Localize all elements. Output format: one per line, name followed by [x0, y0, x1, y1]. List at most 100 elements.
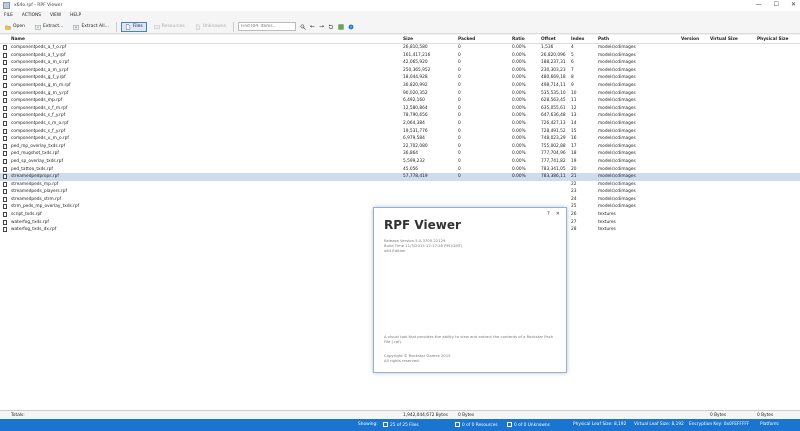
extract-icon: [35, 24, 41, 30]
table-row[interactable]: ped_mugshot_txds.rpf 36,864 0 0.00% 777,704,…: [0, 150, 800, 158]
open-label: Open: [13, 24, 26, 29]
table-row[interactable]: ped_sp_overlay_txds.rpf 5,599,232 0 0.00% 77…: [0, 158, 800, 166]
unknown-icon: [507, 422, 512, 427]
cell-packed: 0: [458, 82, 461, 88]
file-icon: [3, 166, 7, 172]
cell-offset: 26,820,096: [541, 52, 566, 58]
minimize-button[interactable]: —: [756, 1, 762, 8]
column-path[interactable]: Path: [598, 37, 609, 42]
back-arrow-icon[interactable]: ←: [310, 23, 315, 30]
refresh-icon[interactable]: [328, 24, 334, 30]
cell-index: 5: [571, 52, 574, 58]
table-row[interactable]: componentpeds_mp.rpf 6,492,160 0 0.00% 628,5…: [0, 97, 800, 105]
tools-icon[interactable]: [338, 23, 344, 30]
table-row[interactable]: streamedpeds_strm.rpf 24 models\cdimages: [0, 196, 800, 204]
file-icon: [3, 212, 7, 218]
column-packed[interactable]: Packed: [458, 37, 475, 42]
cell-index: 13: [571, 113, 577, 119]
column-size[interactable]: Size: [403, 37, 413, 42]
cell-ratio: 0.00%: [512, 52, 526, 58]
cell-offset: 188,237,31: [541, 60, 566, 66]
table-row[interactable]: streamedpedprops.rpf 57,778,419 0 0.00% 783,…: [0, 173, 800, 181]
file-icon: [3, 98, 7, 104]
table-row[interactable]: streamedpeds_mp.rpf 22 models\cdimages: [0, 181, 800, 189]
table-row[interactable]: componentpeds_g_m_m.rpf 36,820,992 0 0.00% 4…: [0, 82, 800, 90]
cell-offset: 728,491,52: [541, 128, 566, 134]
help-icon[interactable]: ?: [348, 24, 354, 30]
column-virtual-size[interactable]: Virtual Size: [710, 37, 738, 42]
cell-name: componentpeds_a_f_y.rpf: [11, 52, 66, 58]
cell-path: models\cdimages: [598, 113, 636, 119]
menu-actions[interactable]: ACTIONS: [22, 13, 41, 18]
file-icon: [3, 52, 7, 58]
menu-view[interactable]: VIEW: [50, 13, 61, 18]
dialog-help-button[interactable]: ?: [547, 211, 550, 217]
table-row[interactable]: componentpeds_a_f_y.rpf 161,417,216 0 0.00%…: [0, 52, 800, 60]
table-row[interactable]: componentpeds_s_f_y.rpf 19,531,776 0 0.00% 7…: [0, 128, 800, 136]
resources-filter-button[interactable]: Resources: [151, 22, 188, 32]
dialog-close-button[interactable]: ✕: [556, 211, 560, 217]
table-row[interactable]: componentpeds_s_m_o.rpf 2,064,384 0 0.00% 72…: [0, 120, 800, 128]
cell-name: componentpeds_g_m_y.rpf: [11, 90, 69, 96]
column-version[interactable]: Version: [681, 37, 699, 42]
cell-index: 21: [571, 174, 577, 180]
cell-path: models\cdimages: [598, 189, 636, 195]
rights: All rights reserved.: [384, 358, 420, 364]
cell-size: 2,064,384: [403, 120, 425, 126]
resource-icon: [455, 422, 460, 427]
cell-offset: 628,563,45: [541, 98, 566, 104]
folder-open-icon: [5, 25, 11, 30]
table-row[interactable]: componentpeds_u_m_o.rpf 6,979,584 0 0.00% 74…: [0, 135, 800, 143]
cell-size: 12,580,864: [403, 105, 428, 111]
column-ratio[interactable]: Ratio: [512, 37, 525, 42]
grid-rows: componentpeds_a_f_o.rpf 26,810,580 0 0.00% 1…: [0, 44, 800, 234]
table-row[interactable]: componentpeds_g_f_y.rpf 18,044,928 0 0.00% 4…: [0, 74, 800, 82]
table-row[interactable]: componentpeds_a_m_y.rpf 250,365,952 0 0.00%…: [0, 67, 800, 75]
cell-name: componentpeds_a_m_o.rpf: [11, 60, 69, 66]
version-info: Release Version 5.0.3705.22129 Build Tim…: [384, 238, 462, 254]
column-offset[interactable]: Offset: [541, 37, 556, 42]
table-row[interactable]: componentpeds_s_f_m.rpf 12,580,864 0 0.00% 6…: [0, 105, 800, 113]
files-filter-button[interactable]: Files: [120, 21, 147, 32]
extract-button[interactable]: Extract...: [32, 22, 66, 32]
cell-offset: 635,055,61: [541, 105, 566, 111]
about-dialog[interactable]: ? ✕ RPF Viewer Release Version 5.0.3705.…: [373, 207, 567, 373]
cell-packed: 0: [458, 151, 461, 157]
cell-packed: 0: [458, 98, 461, 104]
table-row[interactable]: componentpeds_g_m_y.rpf 90,020,352 0 0.00% 5…: [0, 90, 800, 98]
menu-help[interactable]: HELP: [70, 13, 81, 18]
extract-all-icon: [73, 24, 80, 30]
search-input[interactable]: [237, 22, 296, 31]
extract-all-button[interactable]: Extract All...: [70, 22, 111, 32]
close-button[interactable]: ✕: [791, 1, 796, 8]
table-row[interactable]: streamedpeds_players.rpf 23 models\cdimage…: [0, 188, 800, 196]
open-button[interactable]: Open: [2, 22, 28, 32]
menu-file[interactable]: FILE: [4, 13, 13, 18]
cell-path: models\cdimages: [598, 181, 636, 187]
unknown-icon: [195, 23, 200, 30]
totals-physical-size: 0 Bytes: [757, 413, 774, 418]
cell-name: ped_tattoo_txds.rpf: [11, 166, 53, 172]
cell-index: 10: [571, 90, 577, 96]
cell-size: 36,864: [403, 151, 419, 157]
forward-arrow-icon[interactable]: →: [319, 23, 324, 30]
column-physical-size[interactable]: Physical Size: [757, 37, 788, 42]
table-row[interactable]: ped_tattoo_txds.rpf 45,056 0 0.00% 783,341,0…: [0, 166, 800, 174]
maximize-button[interactable]: ☐: [774, 1, 779, 8]
extract-label: Extract...: [43, 24, 64, 29]
column-index[interactable]: Index: [571, 37, 584, 42]
status-unknowns: 0 of 0 Unknowns: [507, 422, 550, 428]
table-row[interactable]: componentpeds_a_f_o.rpf 26,810,580 0 0.00% 1…: [0, 44, 800, 52]
table-row[interactable]: ped_mp_overlay_txds.rpf 22,702,080 0 0.00% 7…: [0, 143, 800, 151]
cell-path: textures: [598, 212, 616, 218]
file-icon: [383, 422, 388, 427]
column-name[interactable]: Name: [11, 37, 25, 42]
cell-index: 4: [571, 45, 574, 50]
table-row[interactable]: componentpeds_s_f_y.rpf 78,790,656 0 0.00% 6…: [0, 112, 800, 120]
table-row[interactable]: componentpeds_a_m_o.rpf 42,065,920 0 0.00% 1…: [0, 59, 800, 67]
cell-ratio: 0.00%: [512, 98, 526, 104]
cell-path: models\cdimages: [598, 67, 636, 73]
unknowns-filter-button[interactable]: Unknowns: [192, 22, 229, 32]
search-icon[interactable]: [300, 24, 306, 30]
status-showing: Showing:: [358, 422, 378, 427]
